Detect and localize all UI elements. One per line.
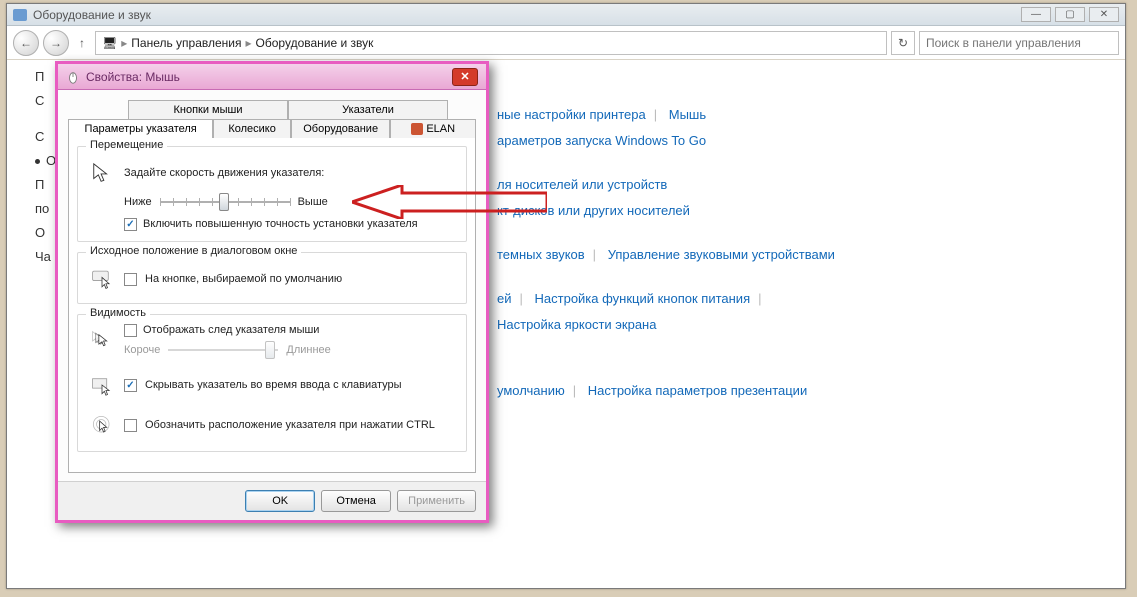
link-system-sounds[interactable]: темных звуков	[497, 247, 585, 262]
breadcrumb-separator: ▸	[246, 36, 252, 50]
link-manage-audio[interactable]: Управление звуковыми устройствами	[608, 247, 835, 262]
dialog-title: Свойства: Мышь	[86, 70, 180, 84]
tab-pointer-options[interactable]: Параметры указателя	[68, 119, 213, 138]
breadcrumb-root-icon: 🖥	[102, 36, 117, 50]
trails-slider-thumb	[265, 341, 275, 359]
minimize-button[interactable]: —	[1021, 7, 1051, 22]
link-printer-settings[interactable]: ные настройки принтера	[497, 107, 646, 122]
pointer-trails-label: Отображать след указателя мыши	[143, 323, 319, 337]
checkbox-snap-to[interactable]	[124, 273, 137, 286]
tab-row-bottom: Параметры указателя Колесико Оборудовани…	[68, 119, 476, 138]
dialog-body: Кнопки мыши Указатели Параметры указател…	[58, 90, 486, 481]
link-brightness[interactable]: Настройка яркости экрана	[497, 317, 656, 332]
sidebar-fragments: П С С О П по О Ча	[35, 66, 56, 270]
nav-back-button[interactable]: ←	[13, 30, 39, 56]
pointer-speed-slider[interactable]	[160, 193, 290, 211]
mouse-properties-dialog: Свойства: Мышь ✕ Кнопки мыши Указатели П…	[55, 61, 489, 523]
group-snapto-title: Исходное положение в диалоговом окне	[86, 245, 301, 257]
window-title: Оборудование и звук	[33, 8, 151, 22]
trails-cursor-icon	[88, 327, 116, 355]
link-default[interactable]: умолчанию	[497, 383, 565, 398]
checkbox-hide-while-typing[interactable]	[124, 379, 137, 392]
checkbox-pointer-trails[interactable]	[124, 324, 137, 337]
tab-elan[interactable]: ELAN	[390, 119, 476, 138]
slider-thumb[interactable]	[219, 193, 229, 211]
breadcrumb[interactable]: 🖥 ▸ Панель управления ▸ Оборудование и з…	[95, 31, 887, 55]
navigation-bar: ← → ↑ 🖥 ▸ Панель управления ▸ Оборудован…	[7, 26, 1125, 60]
snapto-cursor-icon	[88, 265, 116, 293]
enhance-precision-label: Включить повышенную точность установки у…	[143, 217, 418, 231]
motion-label: Задайте скорость движения указателя:	[124, 167, 324, 179]
ok-button[interactable]: OK	[245, 490, 315, 512]
link-power-fragment[interactable]: ей	[497, 291, 512, 306]
nav-up-button[interactable]: ↑	[73, 36, 91, 50]
trails-length-slider	[168, 341, 278, 359]
trails-long-label: Длиннее	[286, 344, 330, 356]
bullet-icon	[35, 159, 40, 164]
hide-typing-cursor-icon	[88, 371, 116, 399]
window-app-icon	[13, 9, 27, 21]
group-motion: Перемещение Задайте скорость движения ук…	[77, 146, 467, 242]
link-mouse[interactable]: Мышь	[669, 107, 706, 122]
tab-panel: Перемещение Задайте скорость движения ук…	[68, 137, 476, 473]
mouse-icon	[66, 70, 80, 84]
dialog-button-bar: OK Отмена Применить	[58, 481, 486, 520]
link-disc-media[interactable]: кт-дисков или других носителей	[497, 203, 690, 218]
hide-while-typing-label: Скрывать указатель во время ввода с клав…	[145, 378, 402, 392]
dialog-titlebar[interactable]: Свойства: Мышь ✕	[58, 64, 486, 90]
main-titlebar: Оборудование и звук — ▢ ✕	[7, 4, 1125, 26]
tab-wheel[interactable]: Колесико	[213, 119, 291, 138]
snap-to-label: На кнопке, выбираемой по умолчанию	[145, 272, 342, 286]
tab-buttons[interactable]: Кнопки мыши	[128, 100, 288, 119]
tab-hardware[interactable]: Оборудование	[291, 119, 391, 138]
group-visibility: Видимость Отображать след указателя мыши…	[77, 314, 467, 452]
link-autoplay-devices[interactable]: ля носителей или устройств	[497, 177, 667, 192]
link-windows-to-go[interactable]: араметров запуска Windows To Go	[497, 133, 706, 148]
cancel-button[interactable]: Отмена	[321, 490, 391, 512]
refresh-button[interactable]: ↻	[891, 31, 915, 55]
maximize-button[interactable]: ▢	[1055, 7, 1085, 22]
link-power-buttons[interactable]: Настройка функций кнопок питания	[535, 291, 751, 306]
slider-fast-label: Выше	[298, 196, 328, 208]
group-snap-to: Исходное положение в диалоговом окне На …	[77, 252, 467, 304]
breadcrumb-separator: ▸	[121, 36, 127, 50]
elan-icon	[411, 123, 423, 135]
tab-row-top: Кнопки мыши Указатели	[128, 100, 448, 119]
trails-short-label: Короче	[124, 344, 160, 356]
category-links: ные настройки принтера| Мышь араметров з…	[497, 60, 843, 406]
nav-forward-button[interactable]: →	[43, 30, 69, 56]
checkbox-ctrl-locate[interactable]	[124, 419, 137, 432]
checkbox-enhance-precision[interactable]	[124, 218, 137, 231]
motion-cursor-icon	[88, 159, 116, 187]
tab-pointers[interactable]: Указатели	[288, 100, 448, 119]
group-motion-title: Перемещение	[86, 139, 167, 151]
dialog-close-button[interactable]: ✕	[452, 68, 478, 86]
ctrl-locate-label: Обозначить расположение указателя при на…	[145, 418, 435, 432]
apply-button[interactable]: Применить	[397, 490, 476, 512]
search-input[interactable]	[919, 31, 1119, 55]
breadcrumb-hardware-sound[interactable]: Оборудование и звук	[256, 36, 374, 50]
slider-slow-label: Ниже	[124, 196, 152, 208]
close-window-button[interactable]: ✕	[1089, 7, 1119, 22]
ctrl-locate-cursor-icon	[88, 411, 116, 439]
breadcrumb-control-panel[interactable]: Панель управления	[131, 36, 241, 50]
link-presentation-settings[interactable]: Настройка параметров презентации	[588, 383, 807, 398]
group-visibility-title: Видимость	[86, 307, 150, 319]
